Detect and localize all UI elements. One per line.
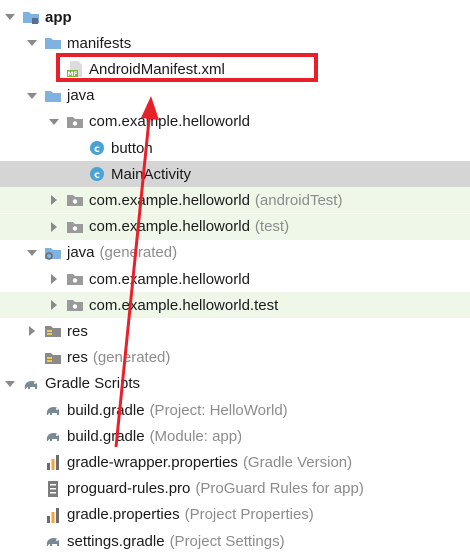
chevron-down-icon[interactable] — [4, 378, 16, 390]
tree-item-label: app — [45, 8, 72, 26]
gradle-elephant-icon — [44, 402, 62, 418]
chevron-down-icon[interactable] — [26, 90, 38, 102]
tree-row[interactable]: java — [0, 83, 470, 109]
tree-item-label: AndroidManifest.xml — [89, 60, 225, 78]
tree-item-label: java — [67, 87, 95, 105]
package-icon — [66, 271, 84, 287]
tree-item-hint: (Module: app) — [149, 427, 243, 445]
properties-file-icon — [44, 454, 62, 471]
tree-item-hint: (test) — [254, 218, 290, 236]
tree-row[interactable]: c button — [0, 135, 470, 161]
tree-item-label: build.gradle — [67, 401, 145, 419]
tree-row[interactable]: Gradle Scripts — [0, 371, 470, 397]
tree-row[interactable]: res — [0, 318, 470, 344]
tree-row[interactable]: com.example.helloworld — [0, 266, 470, 292]
chevron-down-icon[interactable] — [26, 247, 38, 259]
tree-item-label: com.example.helloworld — [89, 270, 250, 288]
tree-item-hint: (Project Settings) — [169, 532, 285, 550]
tree-row[interactable]: gradle.properties (Project Properties) — [0, 502, 470, 528]
tree-item-label: com.example.helloworld — [89, 191, 250, 209]
tree-row[interactable]: build.gradle (Module: app) — [0, 423, 470, 449]
tree-item-label: gradle-wrapper.properties — [67, 453, 238, 471]
tree-item-hint: (Gradle Version) — [242, 453, 353, 471]
tree-row[interactable]: app — [0, 4, 470, 30]
gradle-elephant-icon — [44, 428, 62, 444]
svg-text:MF: MF — [67, 71, 77, 77]
chevron-down-icon[interactable] — [4, 11, 16, 23]
resource-folder-icon — [44, 350, 62, 366]
tree-row[interactable]: proguard-rules.pro (ProGuard Rules for ap… — [0, 476, 470, 502]
tree-row[interactable]: com.example.helloworld — [0, 109, 470, 135]
module-folder-icon — [22, 9, 40, 25]
tree-item-label: gradle.properties — [67, 506, 180, 524]
folder-icon — [44, 35, 62, 51]
tree-item-hint: (Project Properties) — [184, 506, 314, 524]
chevron-right-icon[interactable] — [26, 325, 38, 337]
chevron-down-icon[interactable] — [26, 37, 38, 49]
tree-row[interactable]: build.gradle (Project: HelloWorld) — [0, 397, 470, 423]
tree-item-label: manifests — [67, 34, 132, 52]
tree-item-label: res — [67, 322, 88, 340]
tree-row[interactable]: settings.gradle (Project Settings) — [0, 528, 470, 554]
tree-item-label: proguard-rules.pro — [67, 480, 191, 498]
chevron-right-icon[interactable] — [48, 273, 60, 285]
tree-row[interactable]: MF AndroidManifest.xml — [0, 56, 470, 82]
package-icon — [66, 297, 84, 313]
svg-text:c: c — [94, 144, 100, 155]
tree-item-label: settings.gradle — [67, 532, 165, 550]
tree-item-label: MainActivity — [111, 165, 192, 183]
tree-item-label: Gradle Scripts — [45, 375, 141, 393]
chevron-right-icon[interactable] — [48, 194, 60, 206]
properties-file-icon — [44, 507, 62, 523]
tree-item-label: button — [111, 139, 153, 157]
tree-item-hint: (generated) — [99, 244, 178, 262]
tree-row[interactable]: com.example.helloworld (androidTest) — [0, 187, 470, 214]
tree-item-label: res — [67, 349, 88, 367]
chevron-right-icon[interactable] — [48, 299, 60, 311]
tree-row[interactable]: manifests — [0, 30, 470, 56]
tree-row[interactable]: c MainActivity — [0, 161, 470, 188]
tree-item-hint: (Project: HelloWorld) — [149, 401, 288, 419]
package-icon — [66, 219, 84, 235]
tree-item-label: com.example.helloworld.test — [89, 296, 279, 314]
tree-row[interactable]: java (generated) — [0, 240, 470, 266]
tree-row[interactable]: com.example.helloworld (test) — [0, 213, 470, 240]
tree-item-label: build.gradle — [67, 427, 145, 445]
source-folder-icon — [44, 88, 62, 104]
chevron-down-icon[interactable] — [48, 116, 60, 128]
tree-item-hint: (androidTest) — [254, 191, 343, 209]
tree-item-label: java — [67, 244, 95, 262]
tree-row[interactable]: res (generated) — [0, 345, 470, 371]
package-icon — [66, 114, 84, 130]
tree-item-hint: (generated) — [92, 349, 171, 367]
package-icon — [66, 192, 84, 208]
resource-folder-icon — [44, 323, 62, 339]
class-icon: c — [88, 140, 106, 156]
manifest-file-icon: MF — [66, 61, 84, 78]
tree-row[interactable]: gradle-wrapper.properties (Gradle Version… — [0, 449, 470, 475]
gradle-elephant-icon — [22, 376, 40, 392]
svg-text:c: c — [94, 170, 100, 181]
generated-source-folder-icon — [44, 245, 62, 261]
tree-item-hint: (ProGuard Rules for app) — [195, 480, 364, 498]
tree-row[interactable]: com.example.helloworld.test — [0, 292, 470, 319]
class-icon: c — [88, 166, 106, 182]
gradle-elephant-icon — [44, 533, 62, 549]
chevron-right-icon[interactable] — [48, 221, 60, 233]
tree-item-label: com.example.helloworld — [89, 218, 250, 236]
text-file-icon — [44, 480, 62, 497]
tree-item-label: com.example.helloworld — [89, 113, 250, 131]
